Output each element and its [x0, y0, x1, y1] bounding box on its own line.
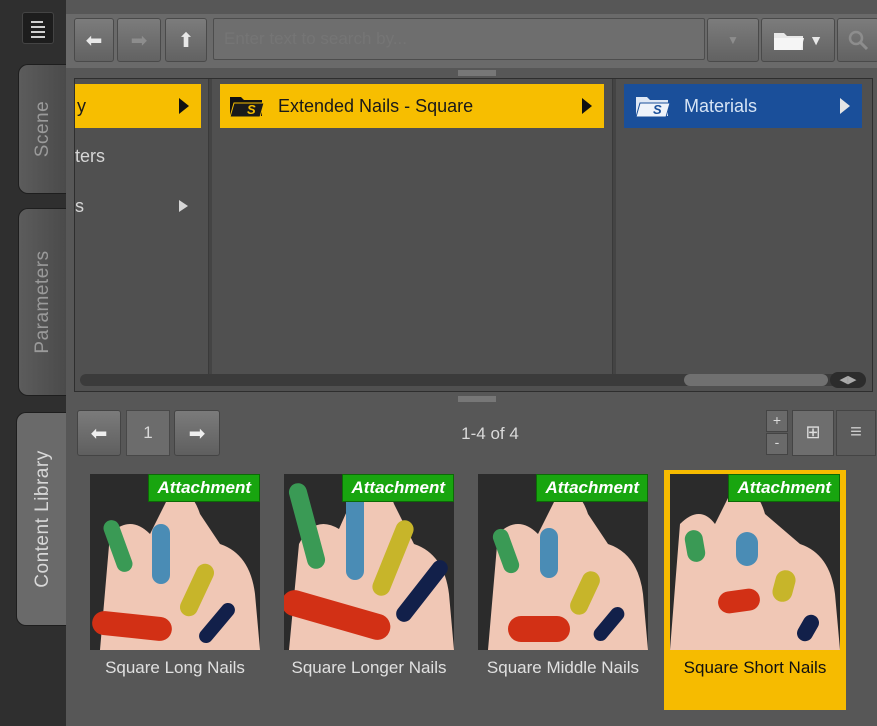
- item-thumbnail: Attachment: [670, 474, 840, 650]
- next-page-button[interactable]: ➡: [174, 410, 220, 456]
- back-button[interactable]: ⬅: [74, 18, 114, 62]
- tab-scene[interactable]: Scene: [18, 64, 67, 194]
- svg-text:S: S: [247, 102, 256, 117]
- item-thumbnail: Attachment: [284, 474, 454, 650]
- chevron-down-icon: ▼: [809, 32, 823, 48]
- zoom-in-button[interactable]: +: [766, 410, 788, 432]
- search-button[interactable]: [837, 18, 877, 62]
- item-thumbnail: Attachment: [478, 474, 648, 650]
- column1-item[interactable]: s: [75, 196, 195, 217]
- scrollbar-thumb[interactable]: [684, 374, 828, 386]
- minus-icon: -: [774, 434, 780, 450]
- page-number-field[interactable]: 1: [126, 410, 170, 456]
- forward-button[interactable]: ➡: [117, 18, 161, 62]
- tab-content-library[interactable]: Content Library: [16, 412, 69, 626]
- attachment-badge: Attachment: [728, 474, 840, 502]
- list-view-button[interactable]: ≡: [836, 410, 876, 456]
- forward-arrow-icon: ➡: [188, 422, 206, 445]
- search-dropdown-button[interactable]: ▼: [707, 18, 759, 62]
- tab-content-library-label: Content Library: [32, 450, 53, 588]
- chevron-down-icon: ▼: [727, 33, 739, 47]
- chevron-right-icon: [840, 98, 850, 114]
- back-arrow-icon: ⬅: [90, 422, 108, 445]
- smart-folder-icon: S: [229, 97, 265, 118]
- menu-icon[interactable]: [22, 12, 54, 44]
- column3-selected-item[interactable]: S Materials: [624, 84, 862, 128]
- folder-icon: [774, 33, 805, 50]
- splitter-handle[interactable]: [458, 70, 496, 76]
- item-thumbnail: Attachment: [90, 474, 260, 650]
- content-item[interactable]: Attachment Square Middle Nails: [472, 470, 654, 710]
- column1-item[interactable]: ters: [75, 146, 105, 167]
- list-icon: ≡: [850, 421, 862, 443]
- up-button[interactable]: ⬆: [165, 18, 207, 62]
- item-name: Square Long Nails: [105, 658, 245, 677]
- result-count: 1-4 of 4: [461, 424, 519, 443]
- content-item[interactable]: Attachment Square Long Nails: [84, 470, 266, 710]
- item-name: Square Longer Nails: [291, 658, 447, 677]
- chevron-right-icon: [179, 98, 189, 114]
- back-arrow-icon: ⬅: [85, 29, 103, 52]
- search-input[interactable]: [213, 18, 705, 60]
- column-divider[interactable]: [612, 79, 616, 379]
- attachment-badge: Attachment: [536, 474, 648, 502]
- column1-selected-item[interactable]: y: [75, 84, 201, 128]
- scroll-arrows-icon[interactable]: ◀▶: [830, 372, 866, 388]
- column2-selected-label: Extended Nails - Square: [278, 95, 474, 116]
- tab-scene-label: Scene: [32, 100, 53, 158]
- grid-view-button[interactable]: ⊞: [792, 410, 834, 456]
- attachment-badge: Attachment: [148, 474, 260, 502]
- magnifier-icon: [848, 30, 869, 51]
- prev-page-button[interactable]: ⬅: [77, 410, 121, 456]
- tab-parameters-label: Parameters: [32, 250, 53, 354]
- content-item-selected[interactable]: Attachment Square Short Nails: [664, 470, 846, 710]
- item-name: Square Short Nails: [683, 658, 827, 677]
- column-divider[interactable]: [208, 79, 212, 379]
- grid-icon: ⊞: [805, 422, 821, 442]
- column1-item-label: s: [75, 196, 84, 216]
- up-arrow-icon: ⬆: [177, 29, 195, 52]
- attachment-badge: Attachment: [342, 474, 454, 502]
- svg-text:S: S: [653, 102, 662, 117]
- column1-selected-label: y: [77, 95, 86, 116]
- smart-folder-icon: S: [635, 97, 671, 118]
- column3-selected-label: Materials: [684, 95, 758, 116]
- item-name: Square Middle Nails: [486, 658, 640, 677]
- plus-icon: +: [772, 412, 782, 428]
- splitter-handle[interactable]: [458, 396, 496, 402]
- chevron-right-icon: [582, 98, 592, 114]
- forward-arrow-icon: ➡: [130, 29, 148, 52]
- chevron-right-icon: [179, 200, 188, 212]
- column2-selected-item[interactable]: S Extended Nails - Square: [220, 84, 604, 128]
- content-item[interactable]: Attachment Square Longer Nails: [278, 470, 460, 710]
- folder-options-button[interactable]: ▼: [761, 18, 835, 62]
- tab-parameters[interactable]: Parameters: [18, 208, 67, 396]
- zoom-out-button[interactable]: -: [766, 433, 788, 455]
